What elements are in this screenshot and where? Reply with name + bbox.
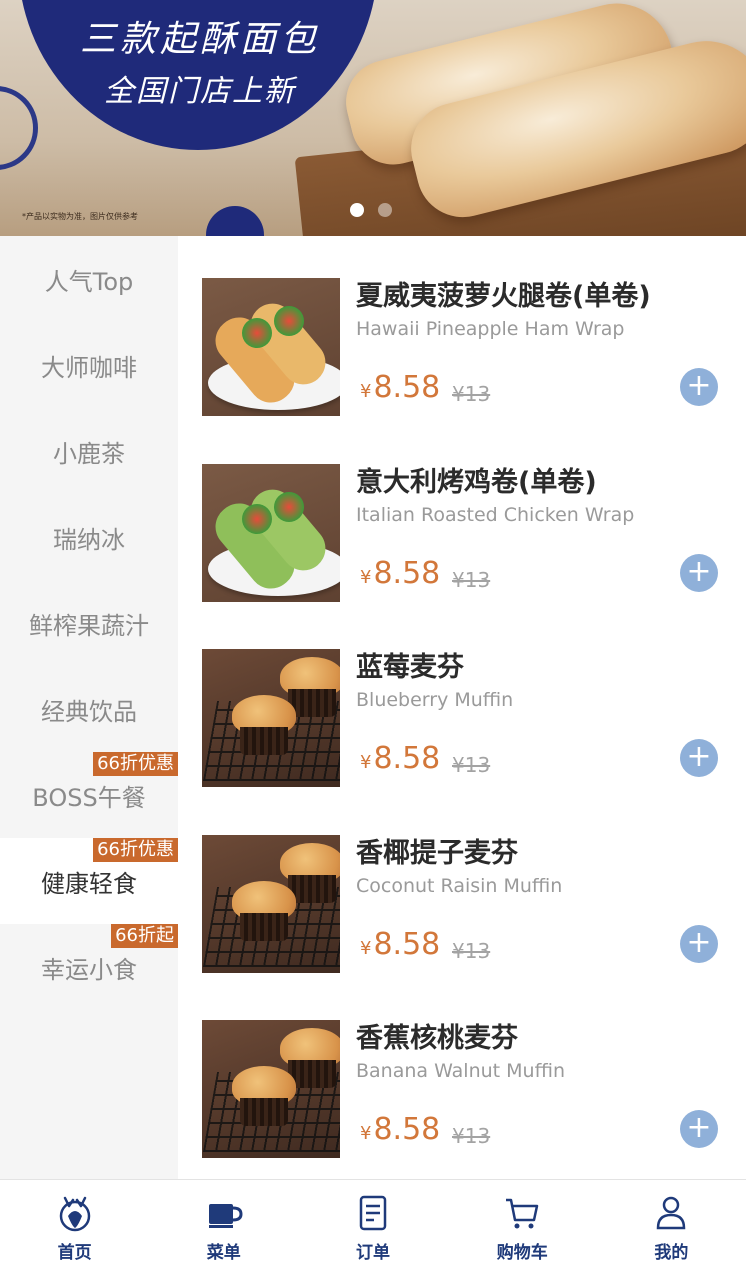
product-original-price: ¥13 [452,382,491,406]
banner-disclaimer: *产品以实物为准，图片仅供参考 [22,212,138,221]
product-name: 蓝莓麦芬 [356,652,464,683]
add-to-cart-button[interactable]: + [680,1110,718,1148]
product-item[interactable]: 香蕉核桃麦芬 Banana Walnut Muffin ¥8.58 ¥13 + [178,978,746,1164]
category-item[interactable]: 小鹿茶 [0,408,178,494]
category-item-active[interactable]: 66折优惠 健康轻食 [0,838,178,924]
product-image[interactable] [202,464,340,602]
category-label: 幸运小食 [41,955,137,984]
category-item[interactable]: 66折起 幸运小食 [0,924,178,1010]
deer-icon [59,1196,90,1232]
banner-ring-decor [0,86,38,170]
product-english-name: Italian Roasted Chicken Wrap [356,504,635,526]
banner-dot-decor [206,206,264,236]
category-label: 瑞纳冰 [53,525,125,554]
add-to-cart-button[interactable]: + [680,554,718,592]
product-original-price: ¥13 [452,568,491,592]
banner-headline: 三款起酥面包 [79,19,320,60]
category-item[interactable]: 大师咖啡 [0,322,178,408]
product-english-name: Blueberry Muffin [356,689,514,711]
category-item[interactable]: 经典饮品 [0,666,178,752]
category-item[interactable]: 瑞纳冰 [0,494,178,580]
product-price: ¥8.58 [360,1112,441,1147]
product-english-name: Coconut Raisin Muffin [356,875,563,897]
category-item[interactable]: 人气Top [0,236,178,322]
discount-badge: 66折起 [111,924,178,948]
tab-label: 我的 [654,1243,689,1263]
product-english-name: Banana Walnut Muffin [356,1060,565,1082]
promo-banner[interactable]: 三款起酥面包 全国门店上新 *产品以实物为准，图片仅供参考 [0,0,746,236]
category-sidebar: 人气Top 大师咖啡 小鹿茶 瑞纳冰 鲜榨果蔬汁 经典饮品 66折优惠 BOSS… [0,236,178,1180]
tab-profile[interactable]: 我的 [597,1180,746,1280]
product-original-price: ¥13 [452,753,491,777]
product-image[interactable] [202,835,340,973]
tab-home[interactable]: 首页 [0,1180,149,1280]
category-label: 鲜榨果蔬汁 [29,611,149,640]
add-to-cart-button[interactable]: + [680,925,718,963]
discount-badge: 66折优惠 [93,752,178,776]
discount-badge: 66折优惠 [93,838,178,862]
carousel-indicator [350,203,392,217]
product-item[interactable]: 意大利烤鸡卷(单卷) Italian Roasted Chicken Wrap … [178,422,746,608]
product-name: 意大利烤鸡卷(单卷) [356,467,597,498]
product-price: ¥8.58 [360,370,441,405]
tab-label: 首页 [57,1243,92,1263]
tab-label: 订单 [356,1243,390,1263]
product-price: ¥8.58 [360,927,441,962]
cup-icon [208,1204,243,1228]
product-image[interactable] [202,1020,340,1158]
product-name: 香蕉核桃麦芬 [356,1023,518,1054]
tab-cart[interactable]: 购物车 [448,1180,597,1280]
category-label: 大师咖啡 [41,353,137,382]
product-original-price: ¥13 [452,939,491,963]
category-label: BOSS午餐 [32,783,146,812]
bottom-tab-bar: 首页 菜单 订单 购物车 我的 [0,1179,746,1280]
tab-label: 购物车 [496,1243,548,1263]
product-list: 夏威夷菠萝火腿卷(单卷) Hawaii Pineapple Ham Wrap ¥… [178,236,746,1180]
banner-subline: 全国门店上新 [104,74,296,109]
tab-label: 菜单 [206,1243,241,1263]
product-item[interactable]: 香椰提子麦芬 Coconut Raisin Muffin ¥8.58 ¥13 + [178,793,746,979]
category-label: 经典饮品 [41,697,137,726]
product-image[interactable] [202,649,340,787]
product-item[interactable]: 夏威夷菠萝火腿卷(单卷) Hawaii Pineapple Ham Wrap ¥… [178,236,746,422]
add-to-cart-button[interactable]: + [680,368,718,406]
product-price: ¥8.58 [360,556,441,591]
product-original-price: ¥13 [452,1124,491,1148]
carousel-dot[interactable] [378,203,392,217]
carousel-dot[interactable] [350,203,364,217]
product-item[interactable]: 蓝莓麦芬 Blueberry Muffin ¥8.58 ¥13 + [178,607,746,793]
product-english-name: Hawaii Pineapple Ham Wrap [356,318,625,340]
category-label: 人气Top [44,267,134,296]
cart-icon [506,1198,539,1229]
category-label: 小鹿茶 [53,439,125,468]
product-price: ¥8.58 [360,741,441,776]
category-label: 健康轻食 [41,869,137,898]
category-item[interactable]: 鲜榨果蔬汁 [0,580,178,666]
product-image[interactable] [202,278,340,416]
add-to-cart-button[interactable]: + [680,739,718,777]
product-name: 夏威夷菠萝火腿卷(单卷) [356,281,651,312]
product-name: 香椰提子麦芬 [356,838,518,869]
tab-orders[interactable]: 订单 [298,1180,447,1280]
category-item[interactable]: 66折优惠 BOSS午餐 [0,752,178,838]
user-icon [657,1196,686,1230]
receipt-icon [359,1195,387,1231]
tab-menu[interactable]: 菜单 [149,1180,298,1280]
